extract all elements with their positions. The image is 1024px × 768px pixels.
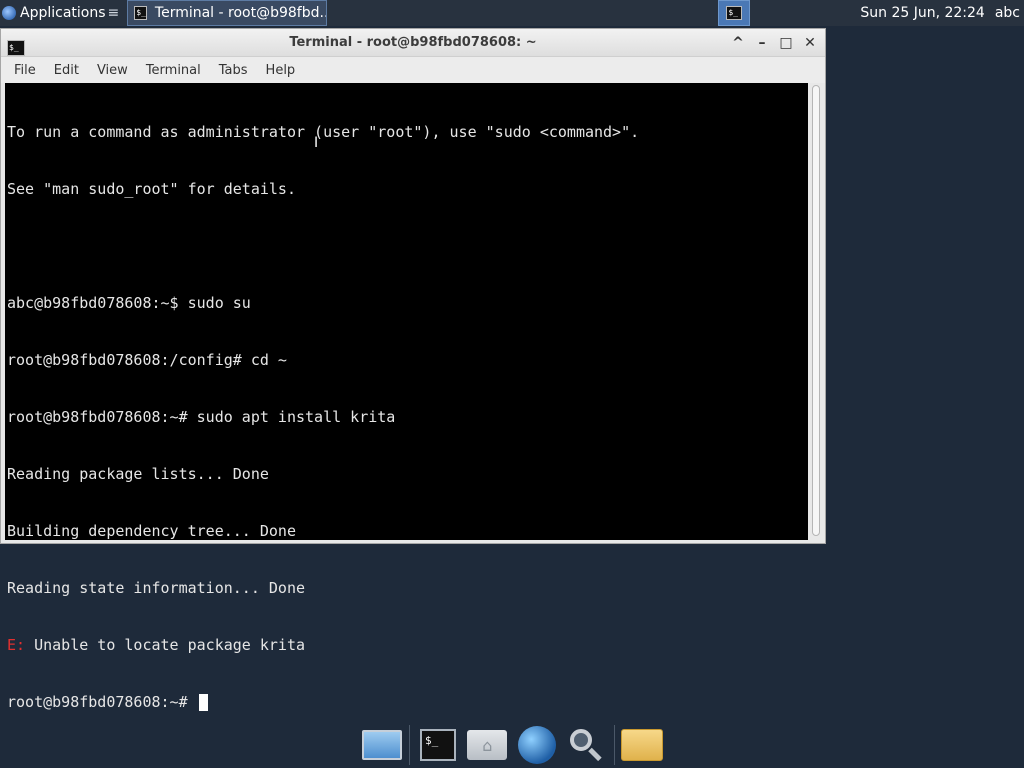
terminal-line: root@b98fbd078608:~# sudo apt install kr…	[7, 408, 396, 426]
window-menu-icon[interactable]: $_	[7, 35, 25, 56]
home-folder-icon: ⌂	[467, 730, 508, 760]
menu-terminal[interactable]: Terminal	[137, 63, 210, 78]
web-browser-icon	[517, 726, 556, 764]
dock-terminal[interactable]: $_	[416, 723, 459, 767]
applications-label: Applications	[20, 5, 106, 21]
clock[interactable]: Sun 25 Jun, 22:24	[860, 5, 984, 21]
dock: $_ ⌂	[360, 722, 664, 768]
dock-show-desktop[interactable]	[360, 723, 403, 767]
shade-button[interactable]: ^	[731, 33, 745, 53]
terminal-prompt-line: root@b98fbd078608:~#	[7, 693, 808, 712]
terminal-icon: $_	[134, 6, 147, 20]
window-title: Terminal - root@b98fbd078608: ~	[289, 35, 537, 50]
menu-view[interactable]: View	[88, 63, 137, 78]
applications-menu[interactable]: Applications ≡	[0, 0, 123, 26]
terminal-line: abc@b98fbd078608:~$ sudo su	[7, 294, 251, 312]
window-titlebar[interactable]: $_ Terminal - root@b98fbd078608: ~ ^ – □…	[1, 29, 825, 57]
terminal-output[interactable]: To run a command as administrator (user …	[5, 83, 808, 711]
search-icon	[568, 727, 604, 763]
minimize-button[interactable]: –	[755, 33, 769, 53]
taskbar-terminal-label: Terminal - root@b98fbd...	[154, 5, 328, 21]
mouse-ibeam-icon: I	[314, 135, 319, 151]
text-cursor	[198, 694, 208, 711]
workspace-switcher[interactable]: $_	[718, 0, 751, 26]
menu-tabs[interactable]: Tabs	[210, 63, 257, 78]
dock-separator	[409, 725, 411, 765]
search-handle	[588, 747, 602, 762]
dock-web-browser[interactable]	[515, 723, 558, 767]
dock-search[interactable]	[564, 723, 607, 767]
maximize-button[interactable]: □	[779, 33, 793, 53]
close-button[interactable]: ✕	[803, 33, 817, 53]
taskbar-terminal-button[interactable]: $_ Terminal - root@b98fbd...	[127, 0, 328, 26]
terminal-line: Building dependency tree... Done	[7, 522, 296, 540]
workspace-terminal-icon: $_	[726, 6, 743, 20]
terminal-error-line: E: Unable to locate package krita	[7, 636, 808, 655]
menu-separator-icon: ≡	[107, 5, 120, 21]
terminal-line: To run a command as administrator (user …	[7, 123, 640, 141]
terminal-line: Reading state information... Done	[7, 579, 306, 597]
terminal-icon: $_	[7, 40, 25, 56]
terminal-icon: $_	[419, 729, 456, 761]
menu-edit[interactable]: Edit	[45, 63, 88, 78]
terminal-line: Reading package lists... Done	[7, 465, 269, 483]
dock-files[interactable]	[621, 723, 664, 767]
window-controls: ^ – □ ✕	[731, 33, 817, 53]
error-message: Unable to locate package krita	[25, 636, 306, 654]
search-lens	[570, 729, 593, 751]
user-menu[interactable]: abc	[995, 5, 1020, 21]
scrollbar-thumb[interactable]	[812, 85, 820, 536]
terminal-scrollbar[interactable]	[810, 83, 822, 540]
terminal-line: See "man sudo_root" for details.	[7, 180, 296, 198]
menu-help[interactable]: Help	[257, 63, 305, 78]
terminal-window: $_ Terminal - root@b98fbd078608: ~ ^ – □…	[0, 28, 826, 711]
dock-separator	[613, 725, 615, 765]
prompt: root@b98fbd078608:~#	[7, 693, 197, 711]
files-icon	[621, 729, 664, 761]
terminal-line: root@b98fbd078608:/config# cd ~	[7, 351, 287, 369]
menu-file[interactable]: File	[5, 63, 45, 78]
error-prefix: E:	[7, 636, 26, 654]
desktop-icon	[361, 730, 402, 760]
top-panel: Applications ≡ $_ Terminal - root@b98fbd…	[0, 0, 1024, 26]
menubar: File Edit View Terminal Tabs Help	[1, 57, 825, 83]
xfce-logo-icon	[2, 6, 16, 20]
dock-home-folder[interactable]: ⌂	[466, 723, 509, 767]
